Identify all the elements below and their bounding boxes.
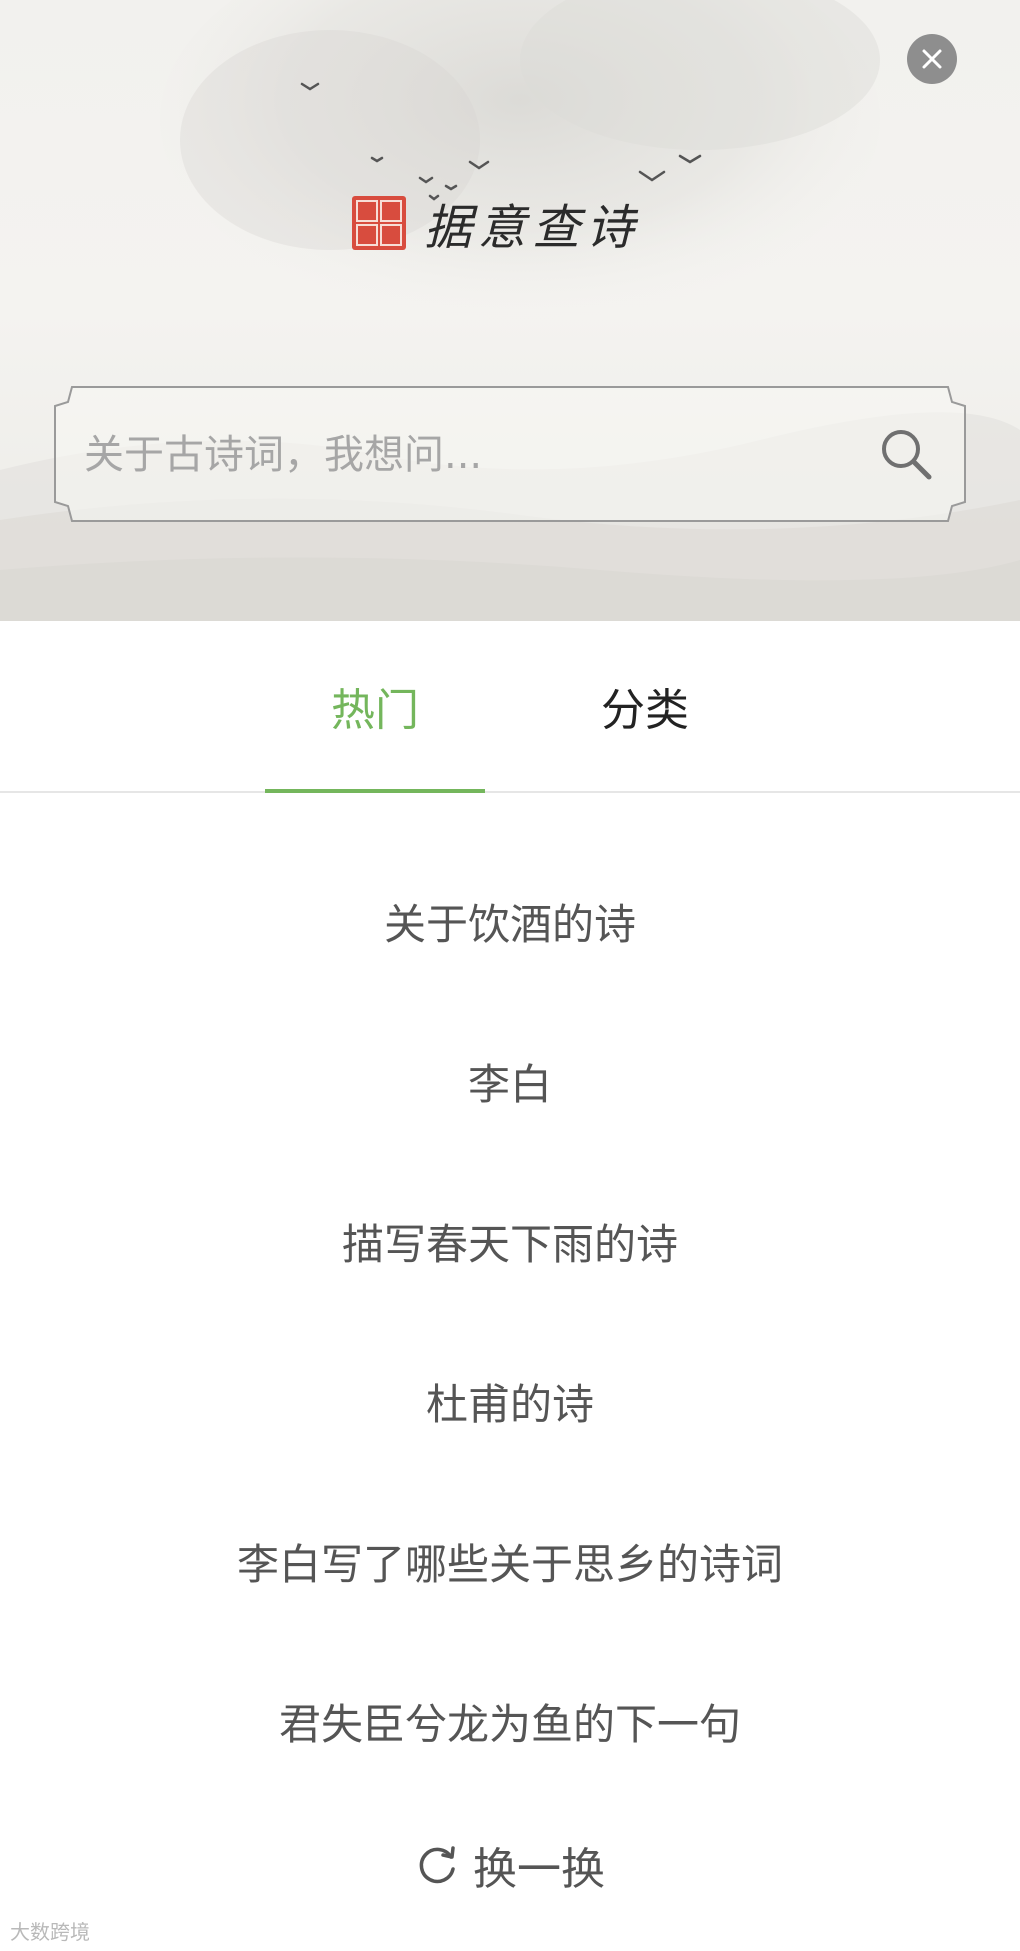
hot-query-item[interactable]: 君失臣兮龙为鱼的下一句 (0, 1641, 1020, 1801)
refresh-icon (419, 1846, 455, 1884)
active-tab-indicator (265, 789, 485, 793)
refresh-button[interactable]: 换一换 (0, 1820, 1020, 1910)
seal-stamp-icon (352, 196, 406, 250)
hot-query-list: 关于饮酒的诗 李白 描写春天下雨的诗 杜甫的诗 李白写了哪些关于思乡的诗词 君失… (0, 841, 1020, 1801)
refresh-label: 换一换 (473, 1844, 605, 1895)
tab-category[interactable]: 分类 (535, 621, 755, 791)
tab-bar: 热门 分类 (0, 621, 1020, 793)
search-icon[interactable] (876, 424, 936, 484)
app-logo: 据意查诗 (352, 188, 640, 258)
search-box[interactable] (54, 386, 966, 522)
close-button[interactable] (907, 34, 957, 84)
hot-query-item[interactable]: 杜甫的诗 (0, 1321, 1020, 1481)
watermark: 大数跨境 (10, 1920, 90, 1944)
hot-query-item[interactable]: 李白 (0, 1001, 1020, 1161)
search-input[interactable] (82, 414, 876, 496)
close-icon (922, 49, 942, 69)
hot-query-item[interactable]: 关于饮酒的诗 (0, 841, 1020, 1001)
hot-query-item[interactable]: 李白写了哪些关于思乡的诗词 (0, 1481, 1020, 1641)
ink-landscape-illustration (0, 0, 1020, 621)
hero-banner: 据意查诗 (0, 0, 1020, 621)
hot-query-item[interactable]: 描写春天下雨的诗 (0, 1161, 1020, 1321)
tab-hot[interactable]: 热门 (265, 621, 485, 791)
app-title: 据意查诗 (424, 200, 641, 256)
